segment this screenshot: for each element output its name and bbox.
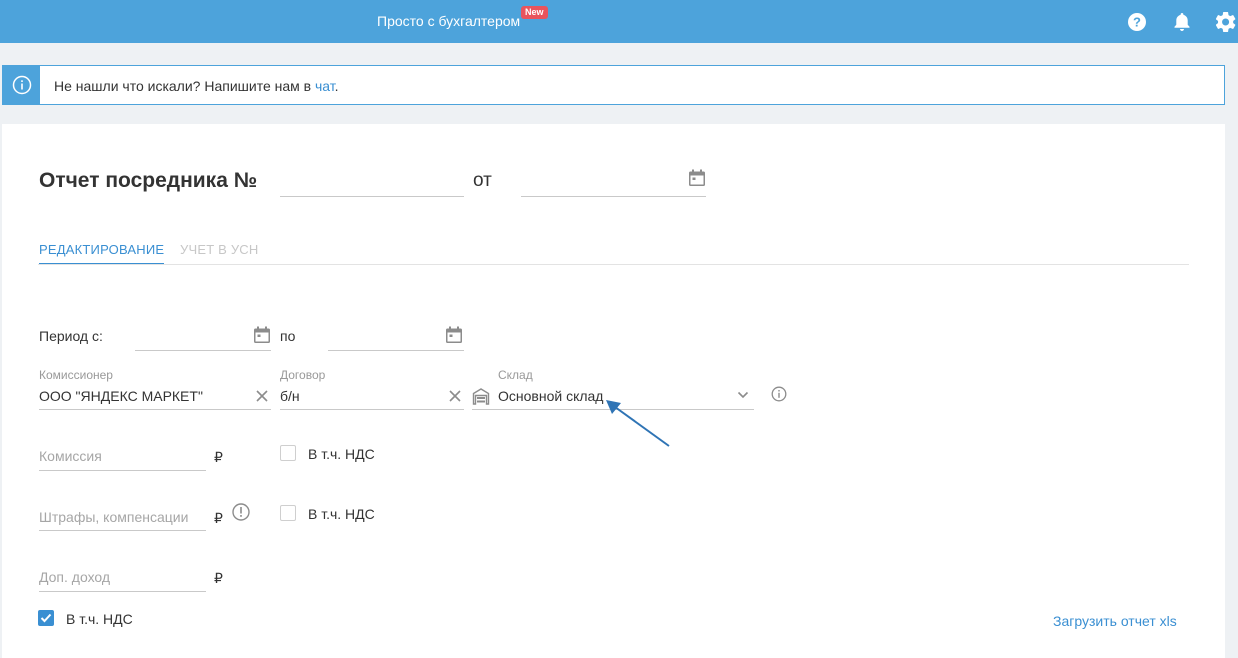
main-card: Отчет посредника № от РЕДАКТИРОВАНИЕ УЧЕ… bbox=[2, 124, 1225, 658]
extra-income-input[interactable]: Доп. доход bbox=[39, 569, 110, 585]
extra-income-vat-label: В т.ч. НДС bbox=[66, 611, 133, 627]
clear-icon[interactable] bbox=[255, 389, 269, 403]
svg-text:?: ? bbox=[1133, 15, 1141, 30]
warehouse-icon bbox=[472, 388, 490, 405]
commission-vat-checkbox[interactable] bbox=[280, 445, 296, 461]
commissioner-value[interactable]: ООО "ЯНДЕКС МАРКЕТ" bbox=[39, 388, 203, 404]
banner-message: Не нашли что искали? Напишите нам в чат. bbox=[54, 78, 339, 94]
tab-usn-accounting[interactable]: УЧЕТ В УСН bbox=[180, 242, 258, 257]
contract-field[interactable] bbox=[280, 409, 464, 410]
extra-income-vat-checkbox[interactable] bbox=[38, 610, 54, 626]
ruble-sign: ₽ bbox=[214, 449, 223, 465]
tabs-divider bbox=[38, 264, 1189, 265]
period-to-input[interactable] bbox=[328, 350, 464, 351]
commissioner-label: Комиссионер bbox=[39, 368, 113, 382]
page-title: Отчет посредника № bbox=[39, 169, 258, 192]
commissioner-field[interactable] bbox=[39, 409, 271, 410]
top-bar: Просто с бухгалтером New ? bbox=[0, 0, 1238, 43]
ruble-sign: ₽ bbox=[214, 510, 223, 526]
document-number-input[interactable] bbox=[280, 196, 464, 197]
fines-vat-label: В т.ч. НДС bbox=[308, 506, 375, 522]
banner-text-end: . bbox=[334, 78, 339, 94]
clear-icon[interactable] bbox=[448, 389, 462, 403]
contract-label: Договор bbox=[280, 368, 326, 382]
chat-link[interactable]: чат bbox=[315, 78, 335, 94]
contract-value[interactable]: б/н bbox=[280, 388, 300, 404]
commission-field[interactable] bbox=[39, 470, 206, 471]
brand-link[interactable]: Просто с бухгалтером bbox=[377, 13, 520, 29]
new-badge: New bbox=[521, 6, 548, 19]
warehouse-label: Склад bbox=[498, 368, 533, 382]
period-from-input[interactable] bbox=[135, 350, 271, 351]
fines-vat-checkbox[interactable] bbox=[280, 505, 296, 521]
info-icon[interactable] bbox=[771, 386, 787, 402]
period-from-label: Период с: bbox=[39, 328, 103, 344]
document-date-input[interactable] bbox=[521, 196, 706, 197]
banner-text: Не нашли что искали? Напишите нам в bbox=[54, 78, 315, 94]
info-icon bbox=[3, 66, 40, 104]
upload-xls-link[interactable]: Загрузить отчет xls bbox=[1053, 613, 1177, 629]
commission-vat-label: В т.ч. НДС bbox=[308, 446, 375, 462]
warehouse-value[interactable]: Основной склад bbox=[498, 388, 603, 404]
calendar-icon[interactable] bbox=[445, 326, 463, 344]
ruble-sign: ₽ bbox=[214, 570, 223, 586]
info-banner: Не нашли что искали? Напишите нам в чат. bbox=[2, 65, 1225, 105]
extra-income-field[interactable] bbox=[39, 591, 206, 592]
fines-field[interactable] bbox=[39, 530, 206, 531]
gear-icon[interactable] bbox=[1215, 11, 1237, 33]
checkmark-icon bbox=[40, 613, 52, 623]
help-icon[interactable]: ? bbox=[1126, 11, 1148, 33]
date-label: от bbox=[473, 170, 492, 191]
bell-icon[interactable] bbox=[1171, 11, 1193, 33]
chevron-down-icon[interactable] bbox=[737, 391, 749, 399]
calendar-icon[interactable] bbox=[688, 169, 706, 187]
period-to-label: по bbox=[280, 328, 296, 344]
fines-input[interactable]: Штрафы, компенсации bbox=[39, 509, 188, 525]
tab-editing[interactable]: РЕДАКТИРОВАНИЕ bbox=[39, 242, 165, 265]
calendar-icon[interactable] bbox=[253, 326, 271, 344]
warning-icon[interactable] bbox=[232, 503, 250, 521]
annotation-arrow bbox=[606, 400, 670, 447]
commission-input[interactable]: Комиссия bbox=[39, 448, 102, 464]
